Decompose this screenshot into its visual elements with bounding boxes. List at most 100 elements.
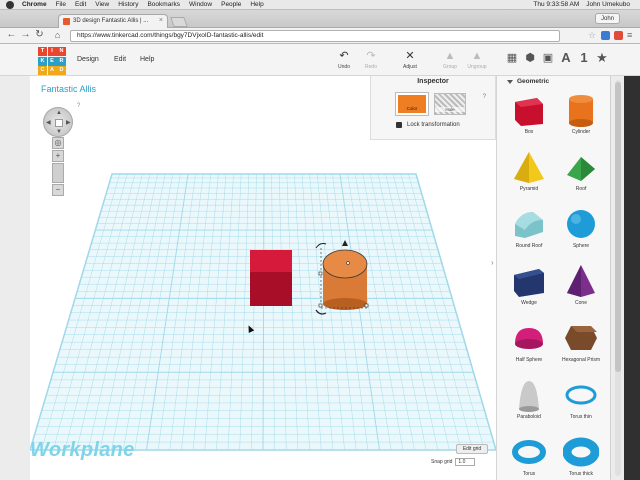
design-title[interactable]: Fantastic Allis [41, 84, 96, 94]
apple-icon[interactable]: a [6, 0, 14, 9]
shape-pyramid[interactable]: Pyramid [503, 149, 555, 205]
edit-grid-button[interactable]: Edit grid [456, 444, 488, 454]
lock-transformation-toggle[interactable]: Lock transformation [396, 122, 460, 128]
resize-handle[interactable] [318, 271, 323, 276]
menubar-status: Thu 9:33:58 AM John Umekubo [526, 1, 640, 8]
close-tab-icon[interactable]: × [159, 17, 163, 24]
group-label: Group [443, 64, 457, 70]
zoom-in-icon[interactable]: + [52, 150, 64, 162]
menu-help[interactable]: Help [250, 1, 263, 8]
group-icon: ▲ [444, 50, 456, 62]
cylinder-center-handle[interactable] [346, 261, 350, 265]
resize-handle[interactable] [318, 303, 323, 308]
menu-history[interactable]: History [118, 1, 138, 8]
forward-arrow-icon[interactable]: → [20, 30, 31, 41]
shape-cylinder[interactable]: Cylinder [555, 92, 607, 148]
menu-edit[interactable]: Edit [75, 1, 86, 8]
workspace[interactable]: Fantastic Allis ▲ ▼ ◀ ▶ ? ◎ + − Inspecto… [30, 76, 496, 480]
box-shape-side[interactable] [250, 272, 292, 306]
screen: a Chrome File Edit View History Bookmark… [0, 0, 640, 480]
undo-button[interactable]: ↶ Undo [330, 50, 358, 70]
shape-roof[interactable]: Roof [555, 149, 607, 205]
home-icon[interactable]: ⌂ [52, 30, 63, 41]
grid-view-icon[interactable]: ▦ [506, 52, 518, 64]
right-frame [624, 76, 640, 480]
shape-label: Wedge [521, 300, 537, 306]
box-shape-top[interactable] [250, 250, 292, 272]
star-shape-icon[interactable]: ★ [596, 51, 608, 64]
menu-chrome[interactable]: Chrome [22, 1, 47, 8]
menu-people[interactable]: People [221, 1, 241, 8]
group-button[interactable]: ▲ Group [436, 50, 464, 70]
shape-paraboloid[interactable]: Paraboloid [503, 377, 555, 433]
tab-strip: 3D design Fantastic Allis | ... × John [0, 10, 640, 28]
help-menu[interactable]: Help [140, 56, 154, 63]
zoom-slider[interactable] [52, 163, 64, 183]
shape-torus[interactable]: Torus [503, 434, 555, 480]
shape-cone[interactable]: Cone [555, 263, 607, 319]
color-swatch-button[interactable]: Color [395, 92, 429, 116]
view-cube[interactable]: ▲ ▼ ◀ ▶ [43, 107, 73, 137]
shape-round-roof[interactable]: Round Roof [503, 206, 555, 262]
star-bookmark-icon[interactable]: ☆ [588, 31, 597, 40]
extension-icon[interactable] [601, 31, 610, 40]
reload-icon[interactable]: ↻ [34, 30, 45, 41]
browser-tab-title: 3D design Fantastic Allis | ... [73, 18, 149, 24]
arrow-right-icon[interactable]: ▶ [66, 119, 71, 126]
shape-hexagonal-prism[interactable]: Hexagonal Prism [555, 320, 607, 376]
geometric-section-header[interactable]: Geometric [507, 78, 549, 85]
number-shape-icon[interactable]: 1 [578, 51, 590, 64]
logo-letter: D [57, 66, 66, 75]
tinkercad-logo[interactable]: T I N K E R C A D [38, 47, 66, 75]
hole-swatch-button[interactable]: Hole [434, 93, 466, 115]
resize-handle[interactable] [364, 303, 369, 308]
shape-torus-thick[interactable]: Torus thick [555, 434, 607, 480]
back-arrow-icon[interactable]: ← [6, 30, 17, 41]
shape-box[interactable]: Box [503, 92, 555, 148]
torus-thick-icon [563, 437, 599, 467]
inspector-title: Inspector [417, 78, 449, 85]
round-roof-icon [515, 212, 543, 238]
fit-view-icon[interactable]: ◎ [52, 137, 64, 149]
arrow-left-icon[interactable]: ◀ [46, 119, 51, 126]
box-view-icon[interactable]: ⬢ [524, 52, 536, 64]
shape-wedge[interactable]: Wedge [503, 263, 555, 319]
caret-down-icon [507, 79, 513, 84]
ungroup-button[interactable]: ▲ Ungroup [463, 50, 491, 70]
new-tab-button[interactable] [170, 17, 188, 27]
menubar-clock[interactable]: Thu 9:33:58 AM [533, 1, 579, 8]
redo-button[interactable]: ↷ Redo [357, 50, 385, 70]
menu-file[interactable]: File [56, 1, 66, 8]
cube-view-icon[interactable]: ▣ [542, 52, 554, 64]
browser-tab[interactable]: 3D design Fantastic Allis | ... × [58, 14, 168, 28]
menu-bookmarks[interactable]: Bookmarks [147, 1, 180, 8]
edit-menu[interactable]: Edit [114, 56, 126, 63]
extension-icon[interactable] [614, 31, 623, 40]
zoom-out-icon[interactable]: − [52, 184, 64, 196]
arrow-down-icon[interactable]: ▼ [56, 129, 62, 135]
pyramid-icon [514, 152, 544, 183]
logo-letter: T [38, 47, 47, 56]
cylinder-shape-top[interactable] [322, 249, 368, 279]
menubar-user[interactable]: John Umekubo [586, 1, 630, 8]
snap-grid-select[interactable]: 1.0 [455, 458, 476, 466]
scroll-thumb[interactable] [615, 82, 621, 372]
logo-letter: E [47, 56, 57, 66]
home-view-icon[interactable] [55, 119, 63, 127]
design-menu[interactable]: Design [77, 56, 99, 63]
shape-half-sphere[interactable]: Half Sphere [503, 320, 555, 376]
menu-window[interactable]: Window [189, 1, 212, 8]
text-shape-icon[interactable]: A [560, 51, 572, 64]
zoom-controls: ◎ + − [52, 137, 64, 197]
menu-view[interactable]: View [95, 1, 109, 8]
inspector-help-icon[interactable]: ? [483, 94, 486, 100]
address-bar[interactable]: https://www.tinkercad.com/things/bgy7DVj… [70, 30, 560, 42]
menu-icon[interactable]: ≡ [627, 31, 636, 40]
profile-button[interactable]: John [594, 13, 620, 24]
shape-sphere[interactable]: Sphere [555, 206, 607, 262]
view-help-icon[interactable]: ? [77, 103, 80, 109]
shape-torus-thin[interactable]: Torus thin [555, 377, 607, 433]
arrow-up-icon[interactable]: ▲ [56, 110, 62, 116]
logo-letter: R [57, 56, 66, 66]
adjust-button[interactable]: ✕ Adjust [396, 50, 424, 70]
